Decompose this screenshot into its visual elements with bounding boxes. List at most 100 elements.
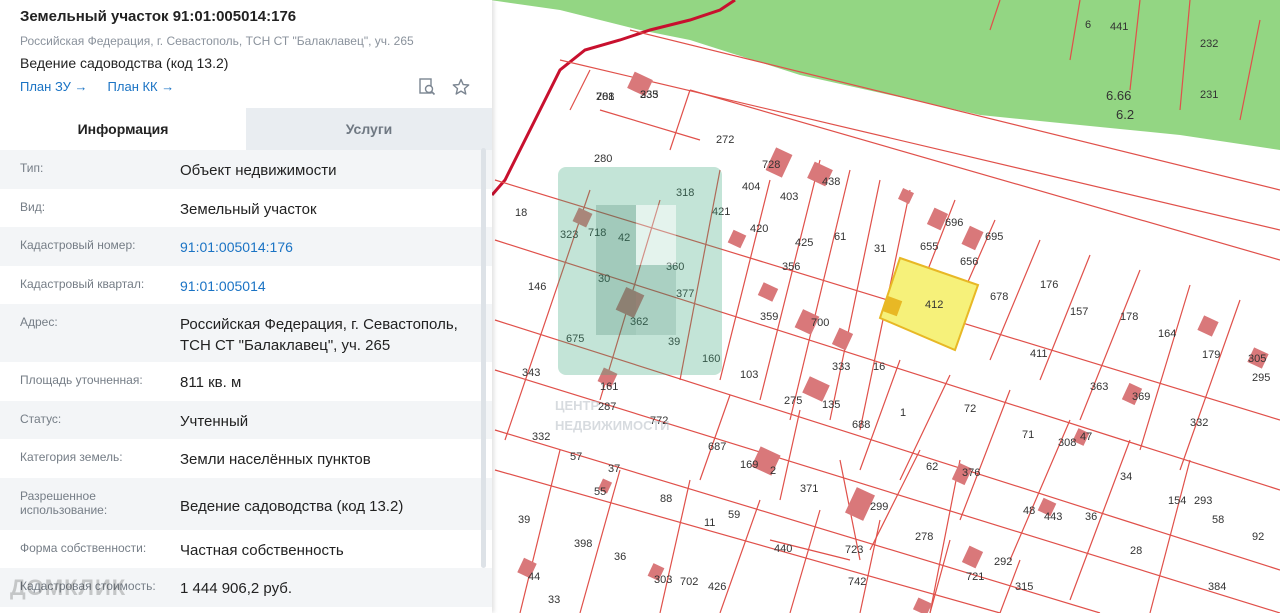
parcel-label: 161 — [600, 381, 618, 393]
info-row: Кадастровый номер: 91:01:005014:176 — [0, 227, 492, 266]
info-row-value[interactable]: 91:01:005014:176 — [180, 237, 472, 258]
info-row-label: Адрес: — [20, 315, 58, 329]
info-row-value: Частная собственность — [180, 541, 344, 559]
info-row: Кадастровый квартал: 91:01:005014 — [0, 266, 492, 305]
parcel-label: 438 — [822, 176, 840, 188]
parcel-label: 11 — [704, 517, 715, 529]
parcel-label: 441 — [1110, 21, 1128, 33]
parcel-label: 71 — [1022, 429, 1034, 441]
parcel-label: 33 — [548, 594, 560, 606]
parcel-label: 278 — [915, 531, 933, 543]
parcel-label: 655 — [920, 241, 938, 253]
parcel-label: 332 — [1190, 417, 1208, 429]
parcel-label: 280 — [594, 153, 612, 165]
info-row: Адрес: Российская Федерация, г. Севастопо… — [0, 304, 492, 362]
parcel-label: 721 — [966, 571, 984, 583]
parcel-label: 169 — [740, 459, 758, 471]
info-row: Форма собственности: Частная собственност… — [0, 530, 492, 569]
parcel-label: 275 — [784, 395, 802, 407]
parcel-label: 31 — [874, 243, 886, 255]
panel-tabs: Информация Услуги — [0, 108, 492, 150]
parcel-label: 723 — [845, 544, 863, 556]
parcel-label: 295 — [1252, 372, 1270, 384]
parcel-label: 233 — [640, 89, 658, 101]
info-row: Категория земель: Земли населённых пункто… — [0, 439, 492, 478]
parcel-label: 154 — [1168, 495, 1186, 507]
panel-address: Российская Федерация, г. Севастополь, ТС… — [20, 34, 414, 48]
parcel-label: 179 — [1202, 349, 1220, 361]
panel-title: Земельный участок 91:01:005014:176 — [20, 8, 297, 25]
parcel-label: 440 — [774, 543, 792, 555]
parcel-label: 36 — [614, 551, 626, 563]
parcel-label: 404 — [742, 181, 760, 193]
parcel-label: 37 — [608, 463, 620, 475]
parcel-label: 425 — [795, 237, 813, 249]
info-row: Разрешенное использование: Ведение садово… — [0, 477, 492, 530]
info-row-label: Тип: — [20, 161, 44, 175]
info-row-label: Категория земель: — [20, 450, 123, 464]
panel-header: Земельный участок 91:01:005014:176 Росси… — [0, 0, 492, 108]
parcel-label: 363 — [1090, 381, 1108, 393]
parcel-label: 287 — [598, 401, 616, 413]
info-row-label: Площадь уточненная: — [20, 373, 143, 387]
parcel-label: 293 — [1194, 495, 1212, 507]
parcel-label: 696 — [945, 217, 963, 229]
info-row-label: Кадастровый номер: — [20, 238, 136, 252]
document-search-icon[interactable] — [418, 78, 436, 96]
parcel-label: 333 — [832, 361, 850, 373]
tab-services[interactable]: Услуги — [246, 108, 492, 150]
info-row-value: Земельный участок — [180, 200, 317, 218]
info-row-value[interactable]: 91:01:005014 — [180, 276, 472, 297]
info-panel: Земельный участок 91:01:005014:176 Росси… — [0, 0, 492, 613]
plan-zu-link[interactable]: План ЗУ → — [20, 79, 88, 94]
parcel-label: 426 — [708, 581, 726, 593]
star-icon[interactable] — [452, 78, 470, 96]
parcel-label: 411 — [1030, 348, 1048, 360]
header-actions — [418, 78, 470, 96]
parcel-label: 376 — [962, 467, 980, 479]
info-rows: Тип: Объект недвижимости Вид: Земельный уча… — [0, 150, 492, 607]
parcel-label: 343 — [522, 367, 540, 379]
plan-kk-link[interactable]: План КК → — [108, 79, 175, 94]
parcel-label: 695 — [985, 231, 1003, 243]
parcel-label: 36 — [1085, 511, 1097, 523]
parcel-label: 443 — [1044, 511, 1062, 523]
parcel-label: 728 — [762, 159, 780, 171]
parcel-label: 303 — [654, 574, 672, 586]
info-row-label: Разрешенное использование: — [20, 488, 108, 517]
parcel-label: 299 — [870, 501, 888, 513]
parcel-label: 678 — [990, 291, 1008, 303]
panel-scrollbar[interactable] — [481, 148, 486, 568]
parcel-label: 146 — [528, 281, 546, 293]
parcel-label: 6 — [1085, 19, 1091, 31]
parcel-label: 39 — [518, 514, 530, 526]
parcel-label: 656 — [960, 256, 978, 268]
watermark-text-2: НЕДВИЖИМОСТИ — [555, 418, 669, 433]
parcel-label: 157 — [1070, 306, 1088, 318]
parcel-label: 59 — [728, 509, 740, 521]
parcel-label: 57 — [570, 451, 582, 463]
info-row-value: Российская Федерация, г. Севастополь, ТС… — [180, 316, 458, 354]
parcel-label: 272 — [716, 134, 734, 146]
parcel-label: 135 — [822, 399, 840, 411]
info-row-value: 811 кв. м — [180, 374, 242, 391]
parcel-label: 369 — [1132, 391, 1150, 403]
parcel-label: 47 — [1080, 431, 1092, 443]
plan-links: План ЗУ → План КК → — [20, 79, 472, 94]
parcel-label: 356 — [782, 261, 800, 273]
info-row-label: Статус: — [20, 411, 62, 426]
parcel-label: 231 — [1200, 89, 1218, 101]
tab-info[interactable]: Информация — [0, 108, 246, 150]
parcel-label: 2 — [770, 465, 776, 477]
parcel-label: 359 — [760, 311, 778, 323]
parcel-label: 34 — [1120, 471, 1132, 483]
parcel-label: 16 — [873, 361, 885, 373]
info-row-value: Объект недвижимости — [180, 162, 337, 179]
parcel-label: 371 — [800, 483, 818, 495]
panel-use: Ведение садоводства (код 13.2) — [20, 55, 229, 71]
parcel-label: 708 — [596, 91, 614, 103]
parcel-label: 315 — [1015, 581, 1033, 593]
info-row-label: Кадастровый квартал: — [20, 276, 145, 291]
parcel-label: 176 — [1040, 279, 1058, 291]
parcel-label: 62 — [926, 461, 938, 473]
